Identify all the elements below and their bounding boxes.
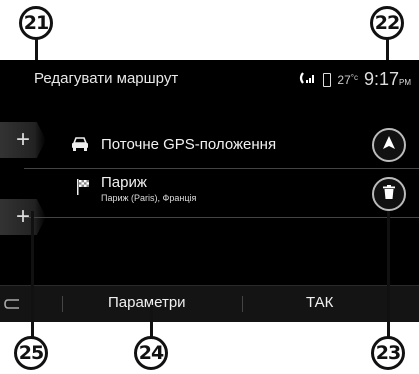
delete-waypoint-button[interactable] [372,177,406,211]
callout-25: 25 [14,336,48,370]
parameters-button[interactable]: Параметри [108,294,186,311]
ok-button[interactable]: ТАК [306,294,333,311]
route-item-label: Поточне GPS-положення [101,136,277,153]
callout-23-leader [387,211,390,339]
route-item-destination[interactable]: Париж Париж (Paris), Франція [101,174,196,203]
navigate-button[interactable] [372,128,406,162]
route-item-current[interactable]: Поточне GPS-положення [101,136,276,153]
phone-signal-icon [299,72,317,87]
trash-icon [383,184,395,204]
finish-flag-icon [77,179,91,200]
battery-icon [323,72,332,87]
back-icon[interactable] [4,297,20,316]
navigation-arrow-icon [382,135,396,155]
status-bar: 27°c 9:17PM [299,69,411,90]
row-divider [24,168,419,169]
temperature: 27°c [337,72,358,87]
callout-24: 24 [134,336,168,370]
add-waypoint-button-top[interactable]: + [0,122,46,158]
navigation-screen: Редагувати маршрут 27°c 9:17PM + Поточне… [0,60,419,322]
callout-21: 21 [19,6,53,40]
screen-title: Редагувати маршрут [34,70,179,87]
callout-23: 23 [371,336,405,370]
bottom-bar: Параметри ТАК [0,285,419,322]
row-divider [24,217,419,218]
callout-24-leader [150,305,153,339]
bottom-divider [62,296,63,312]
car-icon [71,137,89,156]
callout-22: 22 [370,6,404,40]
route-item-label: Париж [101,174,147,191]
callout-25-leader [31,211,34,339]
bottom-divider [242,296,243,312]
route-item-sublabel: Париж (Paris), Франція [101,193,197,203]
clock: 9:17PM [363,69,411,89]
